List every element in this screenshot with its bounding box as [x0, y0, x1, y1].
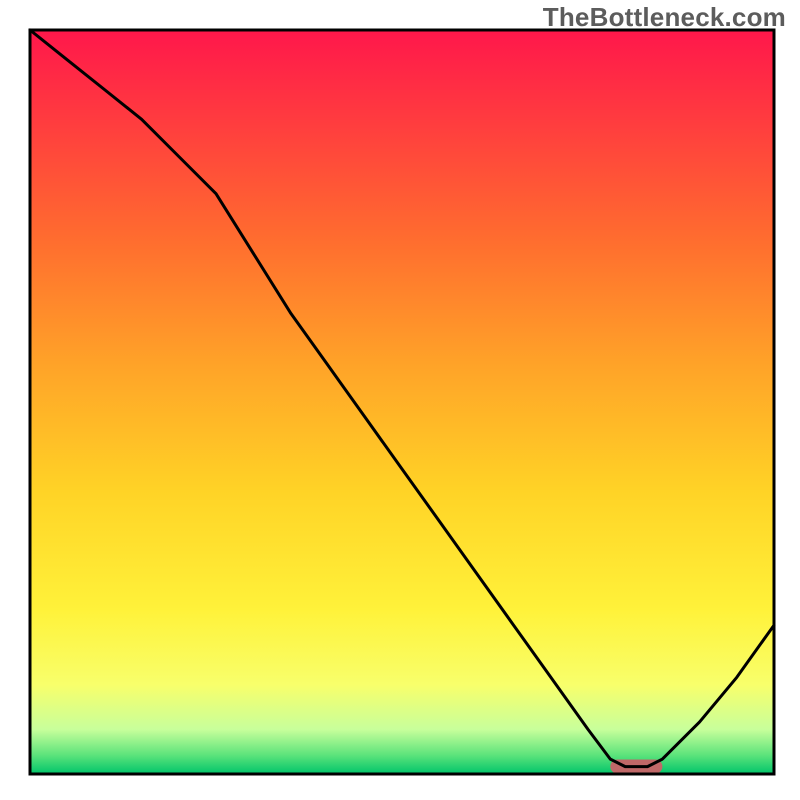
gradient-background: [30, 30, 774, 774]
bottleneck-chart: TheBottleneck.com: [0, 0, 800, 800]
watermark-text: TheBottleneck.com: [543, 2, 786, 33]
chart-svg: [0, 0, 800, 800]
